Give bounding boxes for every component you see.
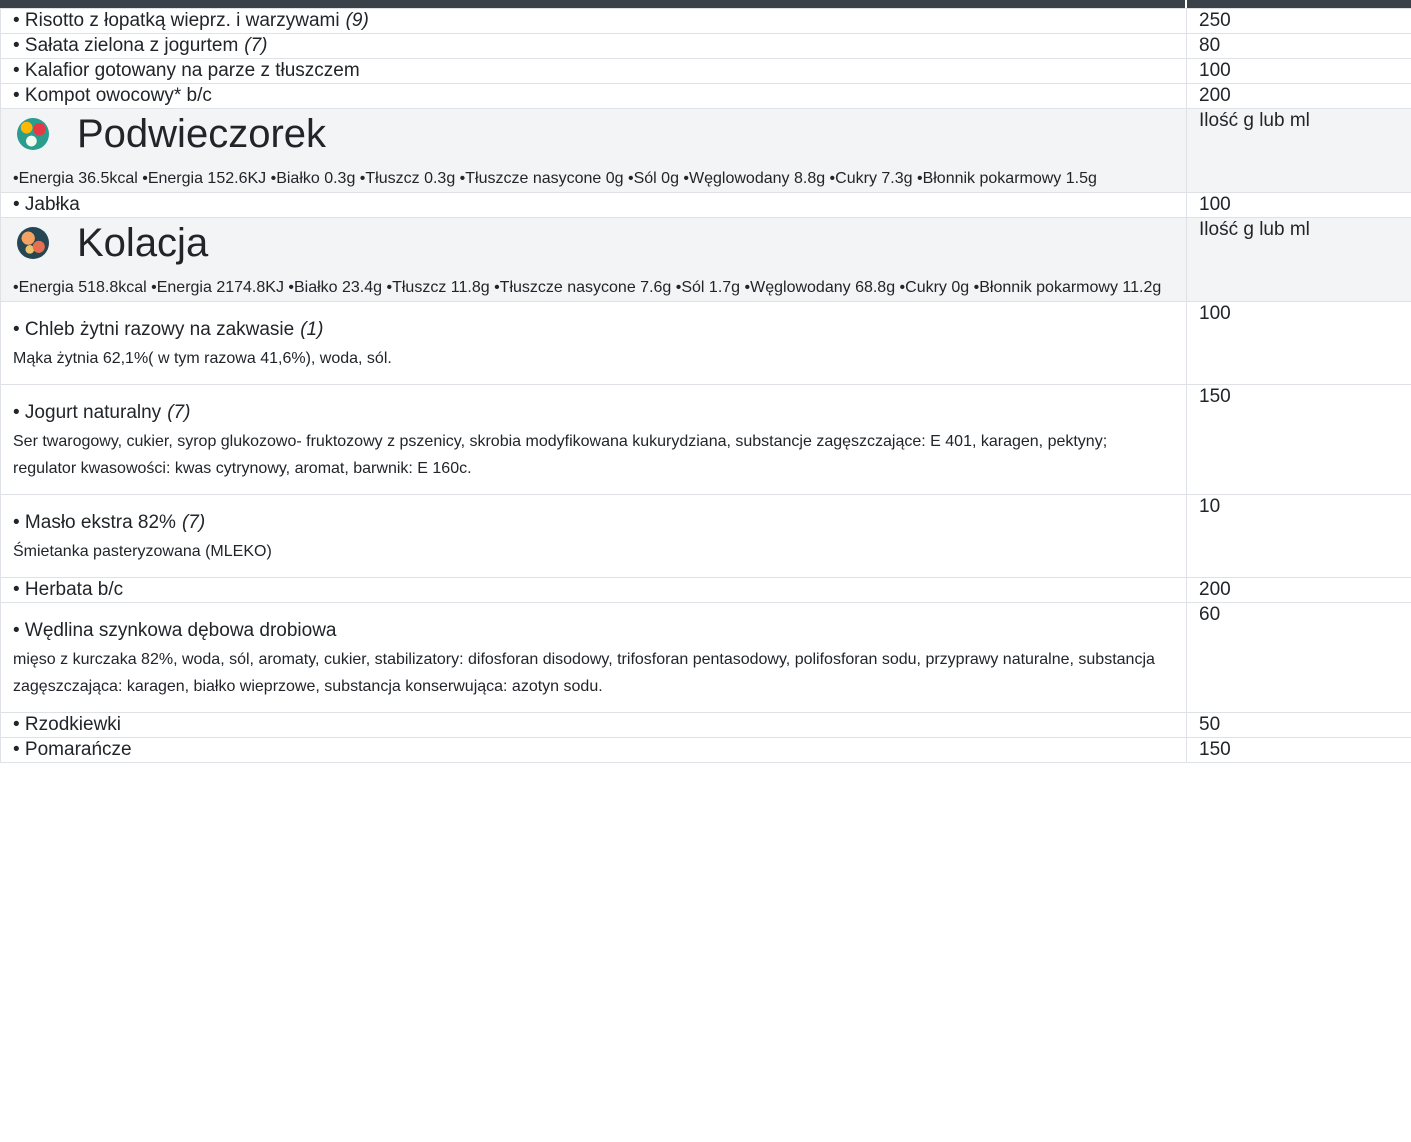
item-allergen: (7) bbox=[167, 402, 191, 423]
table-row: • Chleb żytni razowy na zakwasie (1) Mąka … bbox=[0, 301, 1411, 385]
item-quantity: 150 bbox=[1186, 737, 1411, 763]
item-allergen: (7) bbox=[244, 35, 268, 56]
item-ingredients: Ser twarogowy, cukier, syrop glukozowo- … bbox=[13, 433, 1108, 477]
item-cell: • Sałata zielona z jogurtem (7) bbox=[0, 33, 1187, 59]
section-title: Podwieczorek bbox=[77, 112, 327, 156]
section-heading: Kolacja bbox=[13, 218, 1174, 268]
item-quantity: 150 bbox=[1186, 384, 1411, 495]
item-ingredients: Mąka żytnia 62,1%( w tym razowa 41,6%), … bbox=[13, 350, 392, 367]
item-name: • Jabłka bbox=[13, 194, 80, 215]
nutrition-info: •Energia 518.8kcal •Energia 2174.8KJ •Bi… bbox=[13, 279, 1162, 296]
table-row: • Kompot owocowy* b/c 200 bbox=[0, 83, 1411, 109]
item-cell: • Chleb żytni razowy na zakwasie (1) Mąka … bbox=[0, 301, 1187, 385]
quantity-header: Ilość g lub ml bbox=[1186, 217, 1411, 302]
header-divider bbox=[1185, 0, 1187, 8]
dinner-plate-icon bbox=[17, 227, 49, 259]
item-cell: • Jogurt naturalny (7) Ser twarogowy, cuki… bbox=[0, 384, 1187, 495]
item-cell: • Rzodkiewki bbox=[0, 712, 1187, 738]
item-name: • Masło ekstra 82% bbox=[13, 512, 176, 533]
section-cell: Podwieczorek •Energia 36.5kcal •Energia … bbox=[0, 108, 1187, 193]
item-quantity: 200 bbox=[1186, 577, 1411, 603]
table-row: • Rzodkiewki 50 bbox=[0, 712, 1411, 738]
table-row: • Wędlina szynkowa dębowa drobiowa mięso … bbox=[0, 602, 1411, 713]
item-ingredients: mięso z kurczaka 82%, woda, sól, aromaty… bbox=[13, 651, 1155, 695]
table-row: • Jogurt naturalny (7) Ser twarogowy, cuki… bbox=[0, 384, 1411, 495]
table-row: • Sałata zielona z jogurtem (7) 80 bbox=[0, 33, 1411, 59]
item-quantity: 100 bbox=[1186, 192, 1411, 218]
item-cell: • Kompot owocowy* b/c bbox=[0, 83, 1187, 109]
nutrition-info: •Energia 36.5kcal •Energia 152.6KJ •Biał… bbox=[13, 170, 1097, 187]
section-header-kolacja: Kolacja •Energia 518.8kcal •Energia 2174… bbox=[0, 217, 1411, 302]
menu-table: • Risotto z łopatką wieprz. i warzywami(… bbox=[0, 8, 1411, 763]
table-row: • Masło ekstra 82% (7) Śmietanka pasteryzo… bbox=[0, 494, 1411, 578]
item-name: • Wędlina szynkowa dębowa drobiowa bbox=[13, 620, 337, 641]
item-name: • Risotto z łopatką wieprz. i warzywami bbox=[13, 10, 340, 31]
item-quantity: 200 bbox=[1186, 83, 1411, 109]
item-name: • Jogurt naturalny bbox=[13, 402, 162, 423]
item-cell: • Risotto z łopatką wieprz. i warzywami(… bbox=[0, 8, 1187, 34]
item-name: • Kompot owocowy* b/c bbox=[13, 85, 212, 106]
item-quantity: 100 bbox=[1186, 58, 1411, 84]
table-row: • Kalafior gotowany na parze z tłuszczem… bbox=[0, 58, 1411, 84]
item-allergen: (9) bbox=[345, 10, 369, 31]
item-ingredients: Śmietanka pasteryzowana (MLEKO) bbox=[13, 543, 272, 560]
table-row: • Jabłka 100 bbox=[0, 192, 1411, 218]
item-name: • Sałata zielona z jogurtem bbox=[13, 35, 239, 56]
item-quantity: 10 bbox=[1186, 494, 1411, 578]
item-allergen: (7) bbox=[181, 512, 206, 533]
item-name: • Kalafior gotowany na parze z tłuszczem bbox=[13, 60, 360, 81]
item-quantity: 50 bbox=[1186, 712, 1411, 738]
quantity-header: Ilość g lub ml bbox=[1186, 108, 1411, 193]
section-header-podwieczorek: Podwieczorek •Energia 36.5kcal •Energia … bbox=[0, 108, 1411, 193]
item-name: • Herbata b/c bbox=[13, 579, 124, 600]
item-cell: • Kalafior gotowany na parze z tłuszczem bbox=[0, 58, 1187, 84]
item-cell: • Wędlina szynkowa dębowa drobiowa mięso … bbox=[0, 602, 1187, 713]
item-allergen: (1) bbox=[300, 319, 324, 340]
item-name: • Chleb żytni razowy na zakwasie bbox=[13, 319, 295, 340]
section-heading: Podwieczorek bbox=[13, 109, 1174, 159]
item-quantity: 100 bbox=[1186, 301, 1411, 385]
table-header-bar bbox=[0, 0, 1411, 8]
item-cell: • Pomarańcze bbox=[0, 737, 1187, 763]
item-cell: • Masło ekstra 82% (7) Śmietanka pasteryzo… bbox=[0, 494, 1187, 578]
item-name: • Rzodkiewki bbox=[13, 714, 122, 735]
table-row: • Pomarańcze 150 bbox=[0, 737, 1411, 763]
table-row: • Herbata b/c 200 bbox=[0, 577, 1411, 603]
item-name: • Pomarańcze bbox=[13, 739, 132, 760]
section-title: Kolacja bbox=[77, 221, 209, 265]
fruit-plate-icon bbox=[17, 118, 49, 150]
item-quantity: 250 bbox=[1186, 8, 1411, 34]
item-quantity: 80 bbox=[1186, 33, 1411, 59]
item-quantity: 60 bbox=[1186, 602, 1411, 713]
item-cell: • Jabłka bbox=[0, 192, 1187, 218]
item-cell: • Herbata b/c bbox=[0, 577, 1187, 603]
section-cell: Kolacja •Energia 518.8kcal •Energia 2174… bbox=[0, 217, 1187, 302]
table-row: • Risotto z łopatką wieprz. i warzywami(… bbox=[0, 8, 1411, 34]
